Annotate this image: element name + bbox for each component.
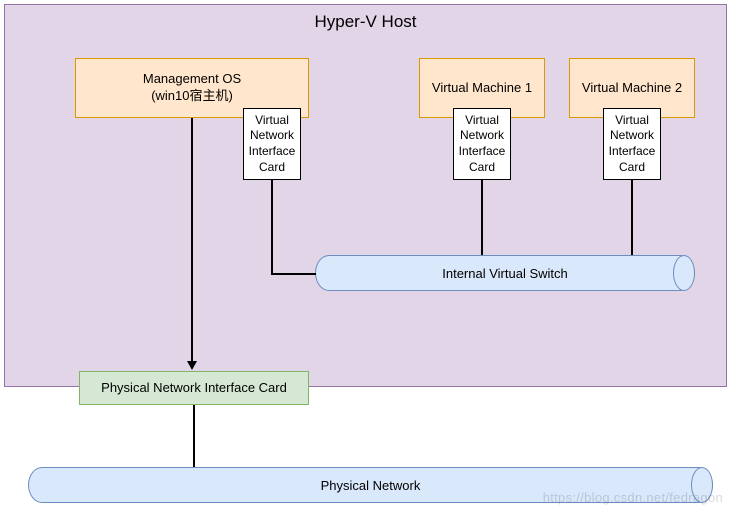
pnic-label: Physical Network Interface Card — [101, 380, 287, 397]
vnic-vm1: Virtual Network Interface Card — [453, 108, 511, 180]
vnic-l3: Interface — [249, 144, 296, 160]
internal-virtual-switch: Internal Virtual Switch — [315, 255, 695, 291]
conn-vnic-mgmt-h — [271, 273, 316, 275]
vnic-l3: Interface — [609, 144, 656, 160]
vnic-l4: Card — [259, 160, 285, 176]
conn-vnic-vm2 — [631, 180, 633, 255]
physical-nic-box: Physical Network Interface Card — [79, 371, 309, 405]
management-os-line1: Management OS — [143, 71, 241, 88]
conn-mgmt-to-pnic — [191, 118, 193, 363]
vnic-l4: Card — [619, 160, 645, 176]
vnic-l1: Virtual — [615, 113, 649, 129]
hyperv-host-title: Hyper-V Host — [5, 11, 726, 33]
vnic-vm2: Virtual Network Interface Card — [603, 108, 661, 180]
physical-network-label: Physical Network — [321, 478, 421, 493]
internal-switch-label: Internal Virtual Switch — [442, 266, 568, 281]
management-os-line2: (win10宿主机) — [151, 88, 233, 105]
vm1-label: Virtual Machine 1 — [432, 80, 532, 97]
vnic-l4: Card — [469, 160, 495, 176]
watermark: https://blog.csdn.net/fedragon — [543, 490, 723, 505]
vnic-l2: Network — [250, 128, 294, 144]
conn-pnic-to-physnet — [193, 405, 195, 467]
vnic-l3: Interface — [459, 144, 506, 160]
vnic-l2: Network — [610, 128, 654, 144]
conn-vnic-mgmt-v — [271, 180, 273, 274]
vnic-l2: Network — [460, 128, 504, 144]
vnic-l1: Virtual — [255, 113, 289, 129]
vm2-label: Virtual Machine 2 — [582, 80, 682, 97]
vnic-l1: Virtual — [465, 113, 499, 129]
conn-vnic-vm1 — [481, 180, 483, 255]
arrow-mgmt-to-pnic — [187, 361, 197, 370]
vnic-management: Virtual Network Interface Card — [243, 108, 301, 180]
